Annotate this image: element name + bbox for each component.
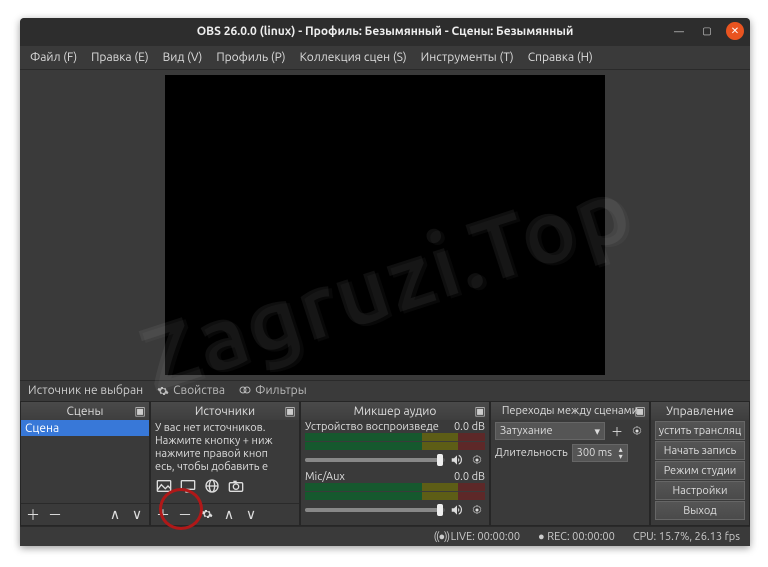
scene-item[interactable]: Сцена: [21, 420, 149, 436]
no-source-label: Источник не выбран: [28, 384, 143, 397]
image-icon: [155, 478, 173, 494]
level-meter: [305, 483, 485, 491]
titlebar: OBS 26.0.0 (linux) - Профиль: Безымянный…: [20, 18, 750, 46]
source-remove-button[interactable]: －: [177, 505, 193, 525]
popout-icon[interactable]: ▣: [633, 404, 647, 418]
start-recording-button[interactable]: Начать запись: [655, 441, 745, 460]
source-up-button[interactable]: ∧: [221, 506, 237, 523]
source-properties-button[interactable]: [199, 507, 215, 523]
minimize-button[interactable]: —: [670, 22, 688, 40]
scenes-toolbar: ＋ － ∧ ∨: [21, 503, 149, 525]
window-title: OBS 26.0.0 (linux) - Профиль: Безымянный…: [197, 25, 574, 38]
gear-icon: [157, 385, 169, 397]
scene-up-button[interactable]: ∧: [107, 506, 123, 523]
menubar: Файл (F) Правка (E) Вид (V) Профиль (P) …: [20, 46, 750, 70]
camera-icon: [227, 478, 245, 494]
status-cpu: CPU: 15.7%, 26.13 fps: [633, 531, 740, 543]
channel-name: Устройство воспроизведе: [305, 421, 439, 433]
scene-down-button[interactable]: ∨: [129, 506, 145, 523]
level-meter: [305, 442, 485, 450]
source-down-button[interactable]: ∨: [243, 506, 259, 523]
source-type-icons: [151, 476, 299, 496]
duration-spinbox[interactable]: 300 ms▴▾: [572, 444, 628, 462]
sources-hint: У вас нет источников. Нажмите кнопку + н…: [151, 420, 299, 476]
mixer-channel-mic: Mic/Aux 0.0 dB: [301, 470, 489, 520]
display-icon: [179, 478, 197, 494]
preview-area: [20, 70, 750, 380]
sources-title: Источники▣: [151, 402, 299, 420]
channel-settings-button[interactable]: [469, 452, 485, 468]
channel-db: 0.0 dB: [454, 421, 485, 433]
start-streaming-button[interactable]: устить трансляц: [655, 421, 745, 440]
mute-button[interactable]: [449, 503, 465, 517]
close-button[interactable]: ✕: [726, 22, 744, 40]
scenes-dock: Сцены▣ Сцена ＋ － ∧ ∨: [20, 401, 150, 526]
filter-icon: [239, 385, 251, 397]
menu-edit[interactable]: Правка (E): [85, 49, 154, 66]
mixer-channel-desktop: Устройство воспроизведе 0.0 dB: [301, 420, 489, 470]
duration-label: Длительность: [495, 447, 568, 459]
level-meter: [305, 492, 485, 500]
exit-button[interactable]: Выход: [655, 501, 745, 520]
scene-remove-button[interactable]: －: [47, 505, 63, 525]
controls-body: устить трансляц Начать запись Режим студ…: [651, 420, 749, 525]
spin-arrows-icon: ▴▾: [619, 446, 623, 460]
sources-list[interactable]: У вас нет источников. Нажмите кнопку + н…: [151, 420, 299, 503]
source-toolbar: Источник не выбран Свойства Фильтры: [20, 380, 750, 402]
controls-title: Управление: [651, 402, 749, 420]
scenes-list[interactable]: Сцена: [21, 420, 149, 503]
mute-button[interactable]: [449, 453, 465, 467]
mixer-title: Микшер аудио▣: [301, 402, 489, 420]
app-window: OBS 26.0.0 (linux) - Профиль: Безымянный…: [20, 18, 750, 546]
transition-settings-button[interactable]: [629, 423, 645, 439]
scenes-title: Сцены▣: [21, 402, 149, 420]
menu-scene-collection[interactable]: Коллекция сцен (S): [294, 49, 413, 66]
volume-slider[interactable]: [305, 508, 445, 512]
scene-add-button[interactable]: ＋: [25, 505, 41, 525]
popout-icon[interactable]: ▣: [473, 404, 487, 418]
menu-tools[interactable]: Инструменты (T): [415, 49, 520, 66]
menu-file[interactable]: Файл (F): [24, 49, 83, 66]
settings-button[interactable]: Настройки: [655, 481, 745, 500]
sources-toolbar: ＋ － ∧ ∨: [151, 503, 299, 525]
gear-icon: [201, 508, 213, 520]
transitions-dock: Переходы между сценами▣ Затухание▾ ＋ Дли…: [490, 401, 650, 526]
mixer-dock: Микшер аудио▣ Устройство воспроизведе 0.0…: [300, 401, 490, 526]
popout-icon[interactable]: ▣: [133, 404, 147, 418]
level-meter: [305, 433, 485, 441]
window-buttons: — ▢ ✕: [670, 22, 744, 40]
filters-button[interactable]: Фильтры: [239, 384, 307, 397]
menu-view[interactable]: Вид (V): [157, 49, 209, 66]
maximize-button[interactable]: ▢: [698, 22, 716, 40]
statusbar: LIVE: 00:00:00 REC: 00:00:00 CPU: 15.7%,…: [20, 526, 750, 546]
preview-canvas[interactable]: [165, 75, 605, 375]
mixer-body: Устройство воспроизведе 0.0 dB Mic/Aux 0.0…: [301, 420, 489, 525]
studio-mode-button[interactable]: Режим студии: [655, 461, 745, 480]
controls-dock: Управление устить трансляц Начать запись…: [650, 401, 750, 526]
globe-icon: [203, 478, 221, 494]
channel-db: 0.0 dB: [454, 471, 485, 483]
menu-profile[interactable]: Профиль (P): [210, 49, 291, 66]
channel-settings-button[interactable]: [469, 502, 485, 518]
sources-dock: Источники▣ У вас нет источников. Нажмите…: [150, 401, 300, 526]
transition-add-button[interactable]: ＋: [609, 423, 625, 439]
transition-combo[interactable]: Затухание▾: [495, 422, 605, 440]
properties-button[interactable]: Свойства: [157, 384, 225, 397]
source-add-button[interactable]: ＋: [155, 505, 171, 525]
channel-name: Mic/Aux: [305, 471, 345, 483]
docks-row: Сцены▣ Сцена ＋ － ∧ ∨ Источники▣ У вас не…: [20, 401, 750, 526]
popout-icon[interactable]: ▣: [283, 404, 297, 418]
chevron-down-icon: ▾: [594, 425, 600, 438]
transitions-body: Затухание▾ ＋ Длительность 300 ms▴▾: [491, 420, 649, 525]
status-rec: REC: 00:00:00: [538, 531, 615, 543]
status-live: LIVE: 00:00:00: [434, 531, 520, 543]
menu-help[interactable]: Справка (H): [522, 49, 599, 66]
transitions-title: Переходы между сценами▣: [491, 402, 649, 420]
volume-slider[interactable]: [305, 458, 445, 462]
